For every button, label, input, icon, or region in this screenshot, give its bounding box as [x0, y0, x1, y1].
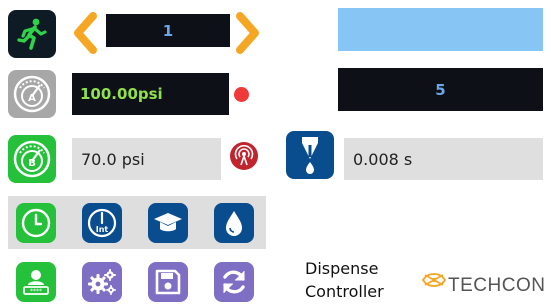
- pressure-b-value[interactable]: 70.0 psi: [72, 138, 221, 180]
- interval-clock-icon[interactable]: Int: [82, 203, 122, 243]
- graduation-cap-icon[interactable]: [148, 203, 188, 243]
- svg-text:B: B: [28, 158, 36, 169]
- drop-icon[interactable]: [214, 203, 254, 243]
- step-value[interactable]: 1: [106, 14, 230, 47]
- wireless-signal-icon[interactable]: [230, 142, 258, 170]
- valve-dispense-icon[interactable]: [286, 131, 334, 179]
- svg-text:Int: Int: [96, 225, 109, 234]
- svg-text:A: A: [28, 93, 36, 104]
- chevron-left-icon[interactable]: [70, 12, 100, 54]
- product-name-line1: Dispense: [305, 259, 379, 278]
- settings-gears-icon[interactable]: [82, 262, 122, 302]
- product-name-line2: Controller: [305, 282, 384, 301]
- dispense-time-value[interactable]: 0.008 s: [344, 138, 543, 180]
- refresh-icon[interactable]: [214, 262, 254, 302]
- running-man-icon[interactable]: [8, 10, 56, 58]
- techcon-logo-icon: [420, 266, 448, 294]
- pressure-gauge-b-icon[interactable]: B: [8, 135, 56, 183]
- counter-value: 5: [338, 68, 543, 111]
- pressure-gauge-a-icon[interactable]: A: [8, 70, 56, 118]
- brand-name: TECHCON: [448, 275, 546, 296]
- save-icon[interactable]: [148, 262, 188, 302]
- status-display: [338, 8, 543, 51]
- chevron-right-icon[interactable]: [233, 12, 263, 54]
- operator-login-icon[interactable]: ****: [16, 262, 56, 302]
- svg-text:****: ****: [30, 288, 42, 295]
- status-indicator-dot: [234, 87, 249, 102]
- clock-icon[interactable]: [16, 203, 56, 243]
- pressure-a-value[interactable]: 100.00psi: [72, 73, 229, 115]
